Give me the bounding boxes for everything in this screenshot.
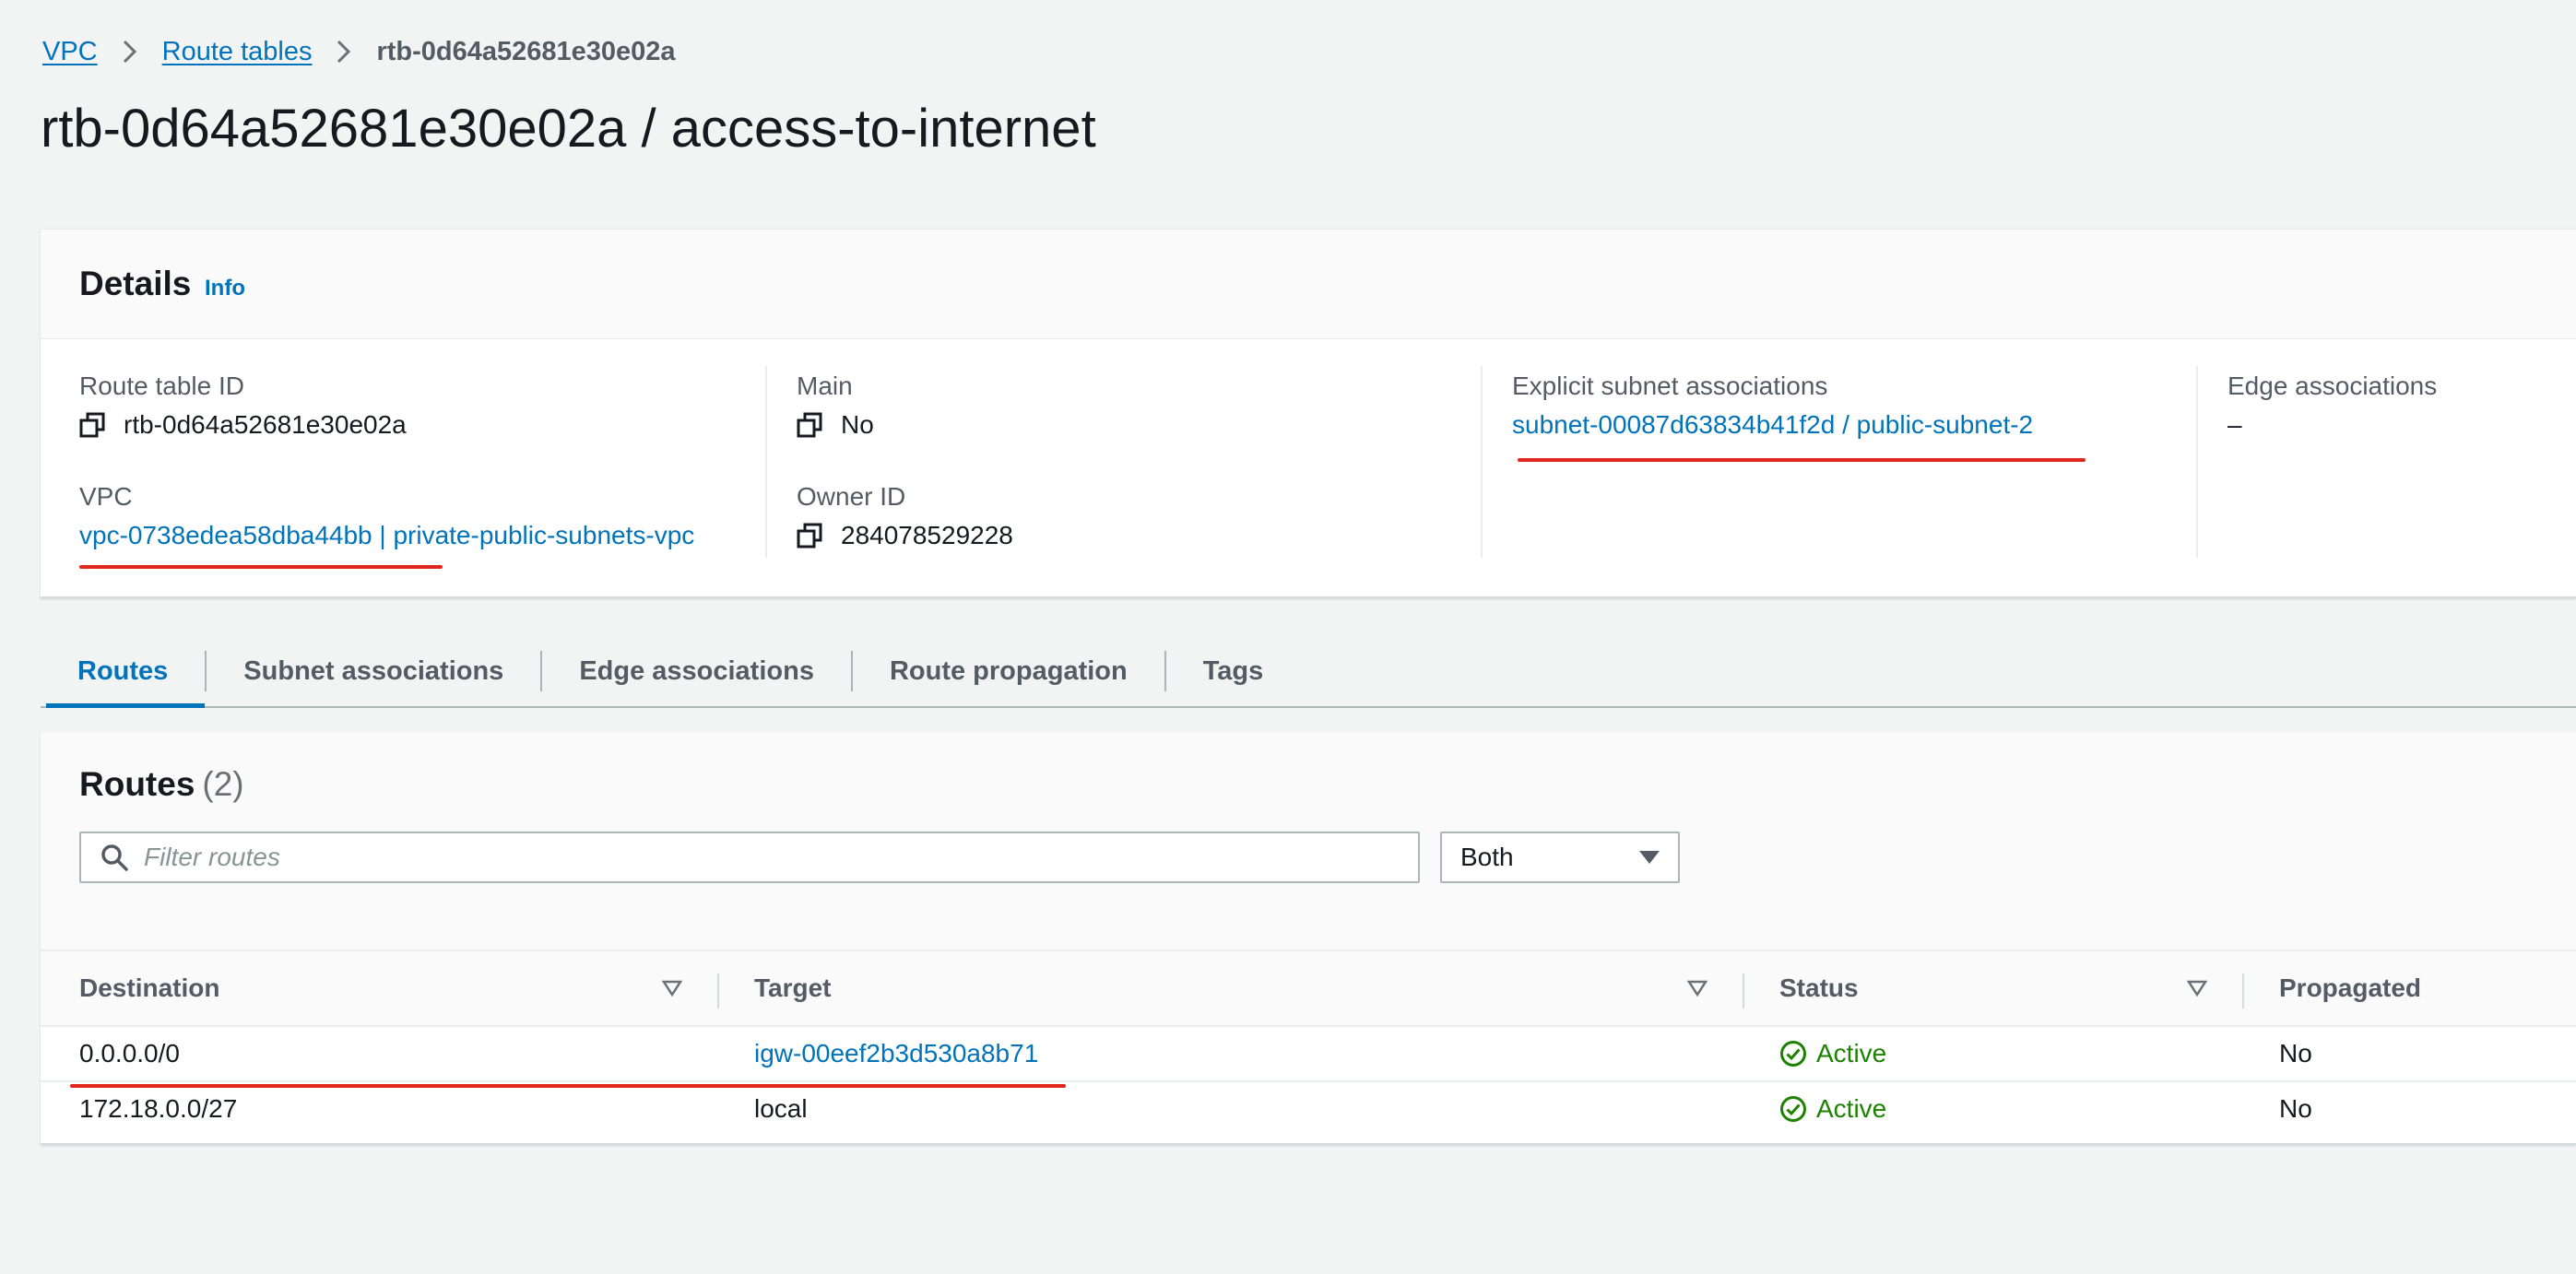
info-link[interactable]: Info <box>205 276 245 301</box>
column-divider <box>2242 973 2244 1009</box>
tab-edge-associations[interactable]: Edge associations <box>542 636 851 706</box>
filter-routes-field[interactable] <box>79 832 1420 883</box>
routes-title: Routes (2) <box>79 765 244 804</box>
status-cell: Active <box>1779 1027 1886 1080</box>
filter-routes-input[interactable] <box>142 842 1418 873</box>
table-row: 0.0.0.0/0 igw-00eef2b3d530a8b71 Active N… <box>41 1027 2576 1082</box>
status-cell: Active <box>1779 1082 1886 1136</box>
tab-route-propagation[interactable]: Route propagation <box>853 636 1164 706</box>
tab-bar: Routes Subnet associations Edge associat… <box>41 636 2576 708</box>
route-table-id-field: Route table ID rtb-0d64a52681e30e02a <box>79 372 407 440</box>
vpc-link[interactable]: vpc-0738edea58dba44bb | private-public-s… <box>79 521 694 550</box>
table-row: 172.18.0.0/27 local Active No <box>41 1082 2576 1138</box>
copy-icon[interactable] <box>797 523 822 549</box>
status-badge: Active <box>1816 1094 1887 1123</box>
target-cell: igw-00eef2b3d530a8b71 <box>754 1027 1038 1080</box>
column-header-propagated[interactable]: Propagated <box>2279 951 2421 1025</box>
route-table-id-value: rtb-0d64a52681e30e02a <box>124 410 407 439</box>
main-field: Main No <box>797 372 874 440</box>
edge-associations-label: Edge associations <box>2227 372 2438 400</box>
explicit-subnet-link[interactable]: subnet-00087d63834b41f2d / public-subnet… <box>1512 410 2033 440</box>
vpc-label: VPC <box>79 482 133 511</box>
details-title: Details <box>79 265 192 302</box>
main-value: No <box>841 410 874 439</box>
route-type-select-value: Both <box>1460 843 1514 871</box>
breadcrumb: VPC Route tables rtb-0d64a52681e30e02a <box>42 33 676 70</box>
details-panel: Details Info Route table ID rtb-0d64a526… <box>41 229 2576 598</box>
tab-tags[interactable]: Tags <box>1166 636 1301 706</box>
sort-icon[interactable] <box>662 979 682 997</box>
check-circle-icon <box>1780 1096 1806 1122</box>
breadcrumb-current: rtb-0d64a52681e30e02a <box>376 36 676 66</box>
routes-header: Routes(2) Both <box>41 732 2576 950</box>
internet-gateway-link[interactable]: igw-00eef2b3d530a8b71 <box>754 1039 1038 1068</box>
page-title: rtb-0d64a52681e30e02a / access-to-intern… <box>41 99 1096 159</box>
breadcrumb-route-tables-link[interactable]: Route tables <box>162 37 313 67</box>
main-label: Main <box>797 372 853 400</box>
propagated-cell: No <box>2279 1039 2312 1068</box>
copy-icon[interactable] <box>797 412 822 438</box>
column-divider <box>1743 973 1744 1009</box>
status-badge: Active <box>1816 1039 1887 1068</box>
tab-subnet-associations[interactable]: Subnet associations <box>207 636 540 706</box>
target-cell: local <box>754 1094 808 1123</box>
chevron-right-icon <box>122 39 138 65</box>
sort-icon[interactable] <box>1687 979 1707 997</box>
sort-icon[interactable] <box>2187 979 2207 997</box>
destination-cell: 172.18.0.0/27 <box>79 1094 238 1123</box>
column-divider <box>2196 366 2198 558</box>
tab-routes[interactable]: Routes <box>41 636 206 708</box>
route-table-id-label: Route table ID <box>79 372 244 400</box>
column-divider <box>765 366 767 558</box>
chevron-right-icon <box>336 39 352 65</box>
owner-id-value: 284078529228 <box>841 521 1013 549</box>
caret-down-icon <box>1639 851 1660 864</box>
route-type-select[interactable]: Both <box>1440 832 1680 883</box>
details-header: Details Info <box>41 230 2576 339</box>
explicit-subnet-label: Explicit subnet associations <box>1512 372 1828 400</box>
breadcrumb-vpc-link[interactable]: VPC <box>42 37 98 67</box>
edge-associations-value: – <box>2227 410 2242 439</box>
routes-count: (2) <box>202 765 244 803</box>
column-header-target[interactable]: Target <box>754 951 832 1025</box>
column-header-destination[interactable]: Destination <box>79 951 219 1025</box>
routes-panel: Routes(2) Both Destination Target Status… <box>41 732 2576 1145</box>
vpc-field: VPC vpc-0738edea58dba44bb | private-publ… <box>79 482 694 550</box>
column-divider <box>717 973 719 1009</box>
owner-id-field: Owner ID 284078529228 <box>797 482 1013 550</box>
annotation-underline <box>1518 458 2086 462</box>
column-header-status[interactable]: Status <box>1779 951 1859 1025</box>
copy-icon[interactable] <box>79 412 105 438</box>
column-divider <box>1481 366 1483 558</box>
annotation-underline <box>79 565 443 569</box>
check-circle-icon <box>1780 1041 1806 1067</box>
search-icon <box>101 844 128 871</box>
routes-title-text: Routes <box>79 765 195 803</box>
propagated-cell: No <box>2279 1094 2312 1123</box>
owner-id-label: Owner ID <box>797 482 906 511</box>
explicit-subnet-field: Explicit subnet associations subnet-0008… <box>1512 372 2033 440</box>
edge-associations-field: Edge associations – <box>2227 372 2437 440</box>
destination-cell: 0.0.0.0/0 <box>79 1039 180 1068</box>
routes-table-header: Destination Target Status Propagated <box>41 950 2576 1027</box>
